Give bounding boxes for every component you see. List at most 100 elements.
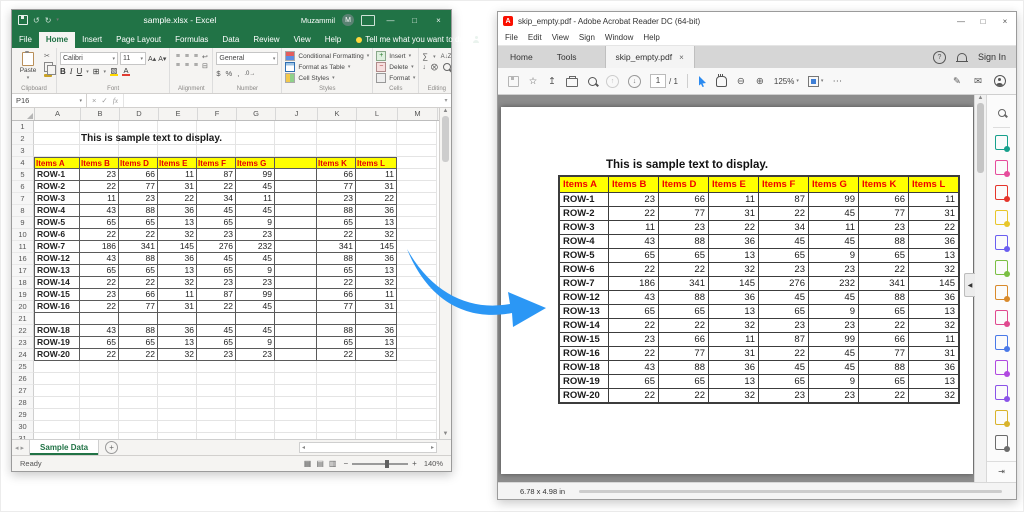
bold-button[interactable]: B xyxy=(60,67,66,76)
formula-input[interactable] xyxy=(124,94,441,107)
document-tab[interactable]: skip_empty.pdf × xyxy=(605,46,695,68)
cell[interactable] xyxy=(275,397,317,409)
acrobat-zoom-select[interactable]: 125% ▾ xyxy=(774,77,799,86)
cell[interactable]: 11 xyxy=(80,193,119,205)
cell[interactable]: 23 xyxy=(80,169,119,181)
find-icon[interactable] xyxy=(588,77,597,86)
cell[interactable] xyxy=(80,121,119,133)
cell[interactable] xyxy=(158,385,197,397)
row-header-21[interactable]: 21 xyxy=(12,313,34,325)
cell[interactable] xyxy=(119,433,158,439)
tab-tools[interactable]: Tools xyxy=(545,46,589,68)
excel-zoom-level[interactable]: 140% xyxy=(424,459,443,468)
cell[interactable]: 232 xyxy=(236,241,275,253)
cell[interactable] xyxy=(34,361,80,373)
cell[interactable] xyxy=(397,421,437,433)
cell[interactable]: 45 xyxy=(236,301,275,313)
cell[interactable]: 11 xyxy=(158,289,197,301)
cell[interactable] xyxy=(397,349,437,361)
page-break-view-icon[interactable]: ▥ xyxy=(329,459,337,468)
copy-icon[interactable] xyxy=(44,62,53,72)
sign-in-button[interactable]: Sign In xyxy=(978,52,1006,62)
cell[interactable]: 22 xyxy=(197,301,236,313)
more-tools-icon[interactable]: ⋯ xyxy=(832,76,842,87)
cell[interactable] xyxy=(356,361,397,373)
excel-tab-data[interactable]: Data xyxy=(215,32,246,48)
cell[interactable] xyxy=(236,361,275,373)
cell[interactable] xyxy=(158,373,197,385)
cell[interactable]: 45 xyxy=(197,205,236,217)
cell[interactable] xyxy=(275,361,317,373)
cell[interactable]: ROW-4 xyxy=(34,205,80,217)
previous-page-icon[interactable]: ↑ xyxy=(606,75,619,88)
sign-pen-icon[interactable]: ✎ xyxy=(952,76,962,87)
cell[interactable] xyxy=(275,133,317,145)
cell[interactable] xyxy=(356,421,397,433)
share-upload-icon[interactable]: ↥ xyxy=(547,76,557,87)
name-box[interactable]: P16 ▾ xyxy=(12,94,87,107)
cell[interactable] xyxy=(158,313,197,325)
cell[interactable]: 88 xyxy=(119,205,158,217)
cell[interactable] xyxy=(34,133,80,145)
cell[interactable]: 22 xyxy=(317,349,356,361)
zoom-in-circle-icon[interactable]: ⊕ xyxy=(755,76,765,87)
cell[interactable]: 22 xyxy=(119,349,158,361)
cell[interactable]: Items F xyxy=(197,157,236,169)
cell[interactable]: 22 xyxy=(80,277,119,289)
align-left-icon[interactable]: ≡ xyxy=(176,62,180,69)
cell[interactable] xyxy=(397,385,437,397)
document-tab-close-icon[interactable]: × xyxy=(679,53,684,62)
underline-button[interactable]: U xyxy=(76,67,82,76)
formula-bar-expand-icon[interactable]: ▾ xyxy=(441,94,451,107)
cell[interactable]: 31 xyxy=(356,301,397,313)
cell[interactable] xyxy=(317,121,356,133)
cell[interactable]: 31 xyxy=(158,301,197,313)
cell[interactable]: 31 xyxy=(356,181,397,193)
cell[interactable] xyxy=(197,361,236,373)
cell[interactable] xyxy=(275,421,317,433)
cell[interactable]: 23 xyxy=(236,229,275,241)
sidebar-tool-measure[interactable] xyxy=(987,430,1016,455)
cell[interactable]: 13 xyxy=(158,337,197,349)
font-size-select[interactable]: 11 ▾ xyxy=(120,52,146,65)
sidebar-tool-protect[interactable] xyxy=(987,330,1016,355)
row-header-17[interactable]: 17 xyxy=(12,265,34,277)
cell[interactable] xyxy=(397,181,437,193)
find-select-icon[interactable] xyxy=(443,63,451,71)
align-middle-icon[interactable]: ≡ xyxy=(185,53,189,60)
cell[interactable] xyxy=(356,373,397,385)
cell[interactable] xyxy=(275,121,317,133)
cell[interactable]: ROW-20 xyxy=(34,349,80,361)
excel-tab-formulas[interactable]: Formulas xyxy=(168,32,215,48)
excel-vertical-scrollbar[interactable]: ▲ ▼ xyxy=(439,108,451,439)
cell[interactable]: Items E xyxy=(158,157,197,169)
excel-tab-insert[interactable]: Insert xyxy=(75,32,109,48)
excel-tab-help[interactable]: Help xyxy=(318,32,348,48)
send-email-icon[interactable]: ✉ xyxy=(973,76,983,87)
sidebar-tool-export-pdf[interactable] xyxy=(987,130,1016,155)
cell[interactable]: 34 xyxy=(197,193,236,205)
cell[interactable] xyxy=(236,121,275,133)
zoom-in-icon[interactable]: + xyxy=(412,459,417,468)
cell[interactable] xyxy=(397,253,437,265)
cell[interactable] xyxy=(356,313,397,325)
cell[interactable] xyxy=(197,397,236,409)
menu-help[interactable]: Help xyxy=(643,33,659,42)
cell[interactable]: 65 xyxy=(317,337,356,349)
sidebar-tool-combine-files[interactable] xyxy=(987,230,1016,255)
cell[interactable] xyxy=(197,433,236,439)
cell[interactable] xyxy=(397,121,437,133)
select-all-corner[interactable] xyxy=(12,108,35,120)
cell[interactable] xyxy=(397,205,437,217)
cell[interactable] xyxy=(397,301,437,313)
cell[interactable]: 66 xyxy=(119,169,158,181)
format-as-table-button[interactable]: Format as Table ▾ xyxy=(285,62,369,72)
cell[interactable]: 13 xyxy=(356,265,397,277)
cell[interactable]: 43 xyxy=(80,325,119,337)
column-header-L[interactable]: L xyxy=(357,108,398,120)
cell[interactable] xyxy=(197,409,236,421)
cell[interactable] xyxy=(119,121,158,133)
align-right-icon[interactable]: ≡ xyxy=(194,62,198,69)
cell[interactable]: 45 xyxy=(197,253,236,265)
cell[interactable] xyxy=(80,373,119,385)
